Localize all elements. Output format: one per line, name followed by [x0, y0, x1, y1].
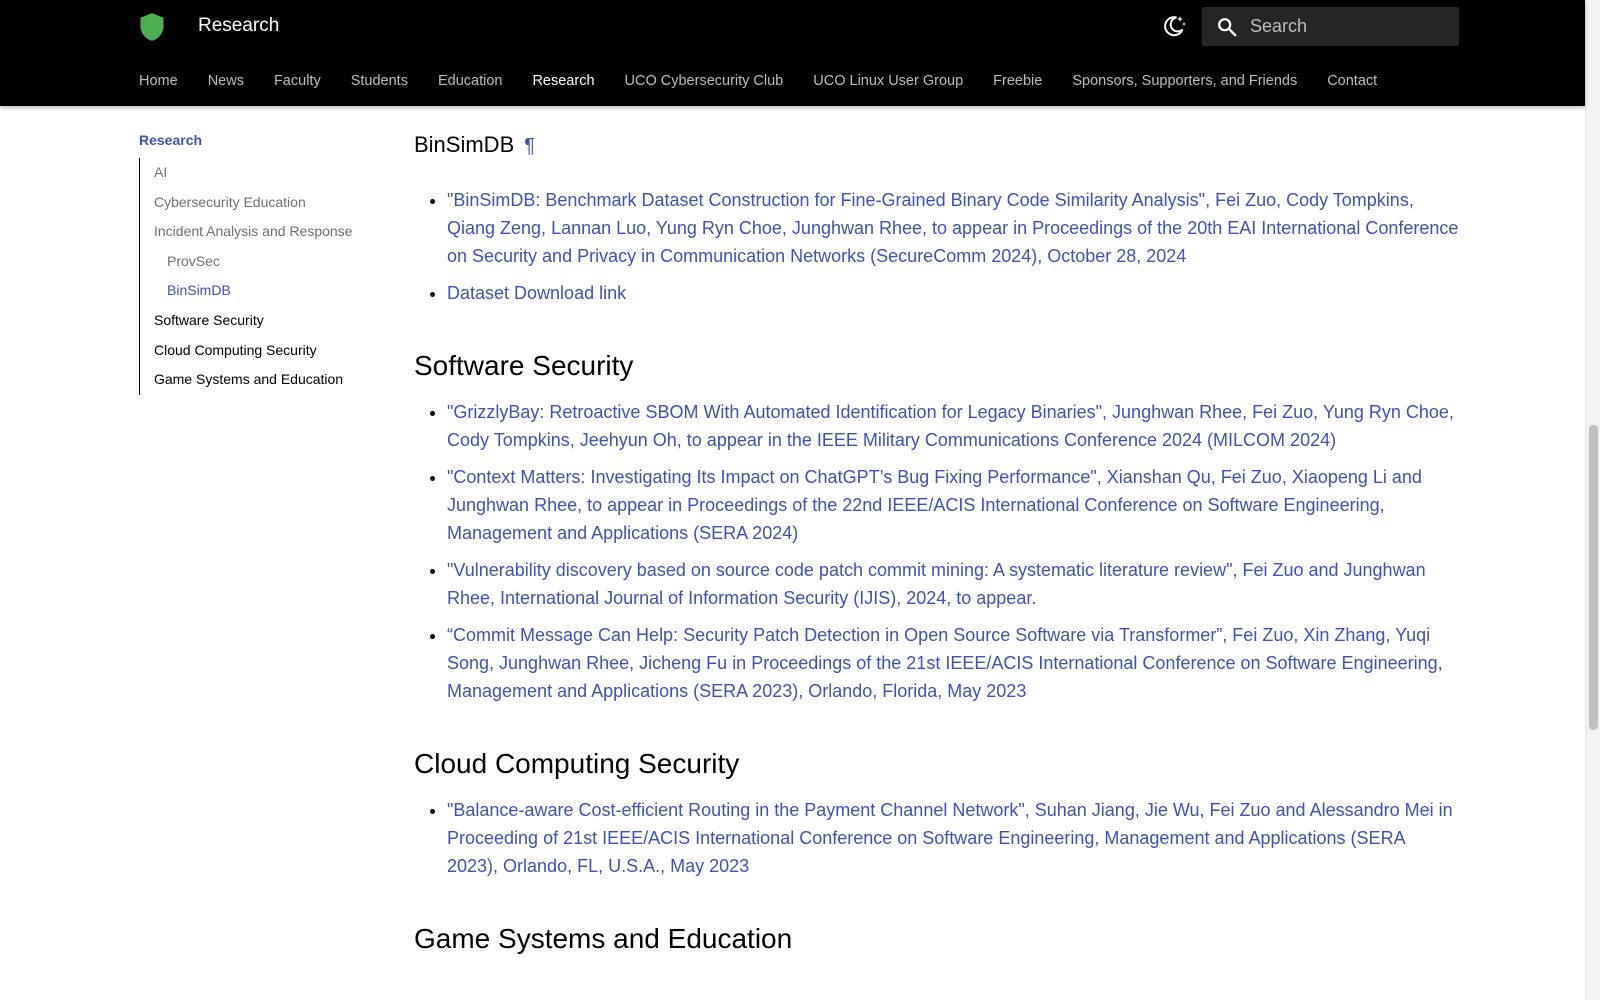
- tab-freebie[interactable]: Freebie: [993, 70, 1042, 92]
- sidebar-item-cloud-computing-security[interactable]: Cloud Computing Security: [140, 336, 379, 366]
- top-nav-tabs: Home News Faculty Students Education Res…: [139, 70, 1407, 92]
- sidebar-item-incident-analysis[interactable]: Incident Analysis and Response: [140, 217, 379, 247]
- tab-contact[interactable]: Contact: [1327, 70, 1377, 92]
- reference-link[interactable]: “Commit Message Can Help: Security Patch…: [447, 625, 1443, 701]
- reference-link[interactable]: "Balance-aware Cost-efficient Routing in…: [447, 800, 1453, 876]
- sidebar-item-ai[interactable]: AI: [140, 158, 379, 188]
- scrollbar-thumb[interactable]: [1589, 425, 1598, 730]
- search-input[interactable]: [1250, 7, 1450, 46]
- search-icon: [1218, 18, 1237, 37]
- tab-uco-linux-user-group[interactable]: UCO Linux User Group: [813, 70, 963, 92]
- section-heading-binsimdb: BinSimDB ¶: [414, 130, 1459, 161]
- tab-education[interactable]: Education: [438, 70, 503, 92]
- tab-home[interactable]: Home: [139, 70, 178, 92]
- tab-faculty[interactable]: Faculty: [274, 70, 321, 92]
- sidebar-item-game-systems[interactable]: Game Systems and Education: [140, 365, 379, 395]
- list-item: "GrizzlyBay: Retroactive SBOM With Autom…: [447, 398, 1459, 454]
- reference-link[interactable]: "Vulnerability discovery based on source…: [447, 560, 1426, 608]
- list-item: "Context Matters: Investigating Its Impa…: [447, 463, 1459, 547]
- main-content: BinSimDB ¶ "BinSimDB: Benchmark Dataset C…: [414, 130, 1459, 957]
- list-item: Dataset Download link: [447, 279, 1459, 307]
- software-security-reference-list: "GrizzlyBay: Retroactive SBOM With Autom…: [414, 398, 1459, 705]
- dataset-download-link[interactable]: Dataset Download link: [447, 283, 626, 303]
- dark-mode-toggle-icon[interactable]: [1160, 12, 1188, 40]
- sidebar-item-software-security[interactable]: Software Security: [140, 306, 379, 336]
- list-item: "BinSimDB: Benchmark Dataset Constructio…: [447, 186, 1459, 270]
- permalink-anchor-icon[interactable]: ¶: [524, 135, 535, 157]
- sidebar-item-cybersecurity-education[interactable]: Cybersecurity Education: [140, 188, 379, 218]
- sidebar-title-research[interactable]: Research: [139, 130, 379, 154]
- search-box[interactable]: [1202, 7, 1459, 46]
- sidebar-item-binsimdb[interactable]: BinSimDB: [140, 276, 379, 306]
- sidebar-list: AI Cybersecurity Education Incident Anal…: [139, 158, 379, 395]
- heading-text: BinSimDB: [414, 132, 515, 157]
- cloud-security-reference-list: "Balance-aware Cost-efficient Routing in…: [414, 796, 1459, 880]
- sidebar-item-provsec[interactable]: ProvSec: [140, 247, 379, 277]
- tab-news[interactable]: News: [208, 70, 244, 92]
- page: Research Home News Faculty Students Educ…: [0, 0, 1600, 1000]
- tab-students[interactable]: Students: [351, 70, 408, 92]
- section-heading-game-systems: Game Systems and Education: [414, 923, 793, 954]
- section-heading-software-security: Software Security: [414, 350, 634, 381]
- page-title: Research: [198, 15, 280, 36]
- section-heading-cloud-computing-security: Cloud Computing Security: [414, 748, 740, 779]
- tab-uco-cybersecurity-club[interactable]: UCO Cybersecurity Club: [625, 70, 784, 92]
- tab-sponsors[interactable]: Sponsors, Supporters, and Friends: [1072, 70, 1297, 92]
- top-header: Research Home News Faculty Students Educ…: [0, 0, 1585, 106]
- list-item: “Commit Message Can Help: Security Patch…: [447, 621, 1459, 705]
- reference-link[interactable]: "BinSimDB: Benchmark Dataset Constructio…: [447, 190, 1458, 266]
- shield-logo-icon[interactable]: [138, 12, 166, 42]
- reference-link[interactable]: "GrizzlyBay: Retroactive SBOM With Autom…: [447, 402, 1454, 450]
- tab-research[interactable]: Research: [532, 70, 594, 92]
- list-item: "Vulnerability discovery based on source…: [447, 556, 1459, 612]
- sidebar-nav: Research AI Cybersecurity Education Inci…: [139, 130, 379, 395]
- list-item: "Balance-aware Cost-efficient Routing in…: [447, 796, 1459, 880]
- reference-link[interactable]: "Context Matters: Investigating Its Impa…: [447, 467, 1422, 543]
- binsimdb-reference-list: "BinSimDB: Benchmark Dataset Constructio…: [414, 186, 1459, 307]
- vertical-scrollbar[interactable]: [1585, 0, 1600, 1000]
